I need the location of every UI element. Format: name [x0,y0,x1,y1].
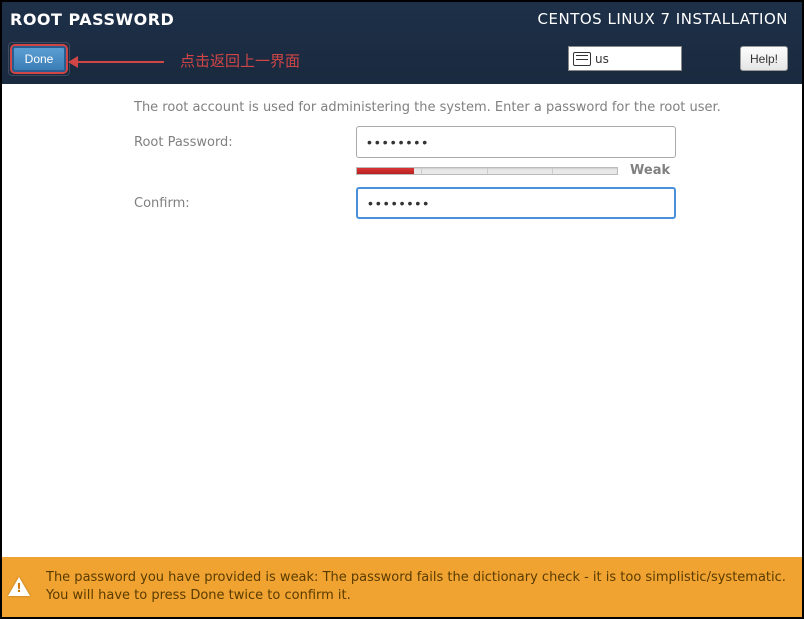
root-password-label: Root Password: [134,135,356,150]
password-strength-label: Weak [630,163,670,178]
page-title: ROOT PASSWORD [10,10,174,29]
root-password-row: Root Password: [134,126,676,158]
annotation-arrow [76,56,176,68]
product-title: CENTOS LINUX 7 INSTALLATION [538,10,788,28]
header-controls: us Help! [568,46,788,71]
root-password-input[interactable] [356,126,676,158]
content-area: The root account is used for administeri… [2,84,802,617]
confirm-password-label: Confirm: [134,196,356,211]
keyboard-layout-indicator[interactable]: us [568,46,682,71]
keyboard-layout-label: us [595,52,609,66]
installer-window: ROOT PASSWORD Done 点击返回上一界面 CENTOS LINUX… [2,2,802,617]
warning-bar: ! The password you have provided is weak… [2,557,802,617]
arrow-line [76,61,164,63]
done-button[interactable]: Done [12,46,66,72]
annotation-text: 点击返回上一界面 [180,50,300,71]
header-bar: ROOT PASSWORD Done 点击返回上一界面 CENTOS LINUX… [2,2,802,84]
warning-text: The password you have provided is weak: … [46,569,792,605]
keyboard-icon [573,52,591,66]
password-strength-bar [356,167,618,175]
arrow-head-icon [68,56,78,68]
confirm-password-row: Confirm: [134,187,676,219]
intro-text: The root account is used for administeri… [134,100,721,115]
confirm-password-input[interactable] [356,187,676,219]
password-strength-row: Weak [356,163,670,178]
strength-fill [357,168,414,174]
warning-icon: ! [8,576,32,598]
help-button[interactable]: Help! [740,46,788,71]
